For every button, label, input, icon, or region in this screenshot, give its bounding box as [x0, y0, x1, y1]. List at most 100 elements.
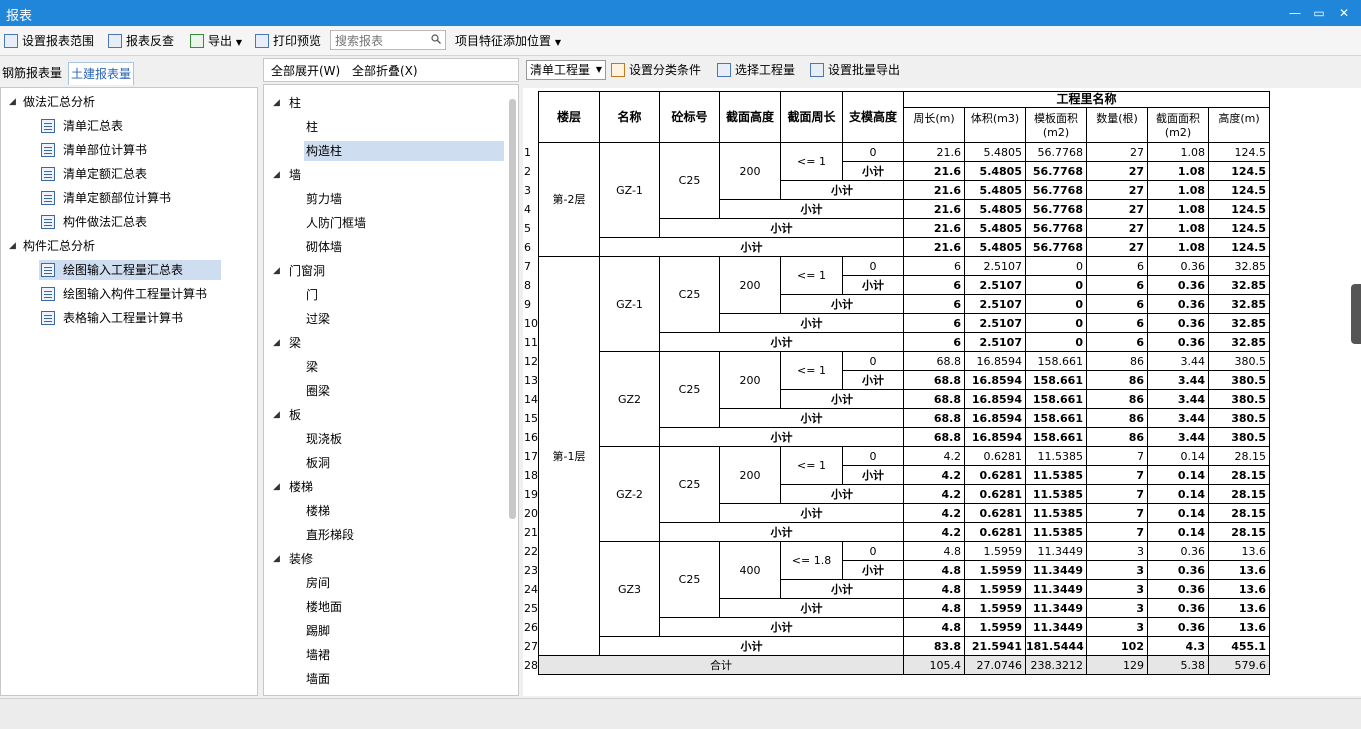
value-cell: 16.8594 — [965, 352, 1026, 371]
report-check-button[interactable]: 报表反查 — [108, 31, 174, 51]
quantity-type-select[interactable]: 清单工程量 ▼ — [526, 60, 606, 80]
tree-item-bill-quota-location[interactable]: 清单定额部位计算书 — [41, 188, 171, 208]
header-perimeter: 周长(m) — [904, 108, 965, 143]
tree-item-bill-location[interactable]: 清单部位计算书 — [41, 140, 147, 160]
search-icon[interactable] — [431, 34, 441, 44]
expand-triangle-icon[interactable]: ◢ — [273, 338, 280, 348]
value-cell: 56.7768 — [1026, 219, 1087, 238]
print-preview-button[interactable]: 打印预览 — [255, 31, 321, 51]
value-cell: 5.4805 — [965, 200, 1026, 219]
collapse-all-button[interactable]: 全部折叠(X) — [352, 62, 418, 79]
tree-item[interactable]: 人防门框墙 — [306, 213, 366, 233]
tree-item[interactable]: 楼梯 — [306, 501, 330, 521]
tree-item[interactable]: 剪力墙 — [306, 189, 342, 209]
tree-item-table-qty-calc[interactable]: 表格输入工程量计算书 — [41, 308, 183, 328]
row-number: 15 — [524, 412, 538, 425]
select-quantity-button[interactable]: 选择工程量 — [717, 60, 795, 80]
tree-item[interactable]: 墙裙 — [306, 645, 330, 665]
tree-item[interactable]: 过梁 — [306, 309, 330, 329]
tree-item[interactable]: 门 — [306, 285, 318, 305]
tree-item[interactable]: 板洞 — [306, 453, 330, 473]
tree-item[interactable]: 楼地面 — [306, 597, 342, 617]
value-cell: 0.6281 — [965, 523, 1026, 542]
section-height-cell: 200 — [720, 352, 781, 409]
value-cell: 68.8 — [904, 352, 965, 371]
expand-triangle-icon[interactable]: ◢ — [273, 482, 280, 492]
tree-item[interactable]: 柱 — [306, 117, 318, 137]
grand-total-value: 579.6 — [1209, 656, 1270, 675]
expand-triangle-icon[interactable]: ◢ — [273, 98, 280, 108]
vertical-scrollbar[interactable] — [509, 99, 516, 519]
tree-item[interactable]: 踢脚 — [306, 621, 330, 641]
tree-item[interactable]: 圈梁 — [306, 381, 330, 401]
tree-item[interactable]: 现浇板 — [306, 429, 342, 449]
tree-item-drawing-member-calc[interactable]: 绘图输入构件工程量计算书 — [41, 284, 207, 304]
value-cell: 0.36 — [1148, 333, 1209, 352]
side-handle[interactable] — [1351, 284, 1361, 344]
floor-cell: 第-2层 — [539, 143, 600, 257]
value-cell: 102 — [1087, 637, 1148, 656]
report-search-box[interactable] — [330, 30, 446, 50]
tree-group[interactable]: 装修 — [289, 549, 313, 569]
value-cell: 124.5 — [1209, 143, 1270, 162]
restore-button[interactable]: ▭ — [1307, 3, 1331, 23]
value-cell: 21.6 — [904, 143, 965, 162]
value-cell: 4.2 — [904, 466, 965, 485]
value-cell: 0.36 — [1148, 599, 1209, 618]
export-button[interactable]: 导出 ▼ — [190, 31, 242, 51]
tree-group-method-summary[interactable]: 做法汇总分析 — [23, 92, 95, 112]
value-cell: 32.85 — [1209, 295, 1270, 314]
expand-triangle-icon[interactable]: ◢ — [273, 266, 280, 276]
close-button[interactable]: ✕ — [1332, 3, 1356, 23]
tree-group[interactable]: 柱 — [289, 93, 301, 113]
tree-item[interactable]: 房间 — [306, 573, 330, 593]
report-check-label: 报表反查 — [126, 34, 175, 48]
header-floor: 楼层 — [539, 91, 600, 143]
batch-export-button[interactable]: 设置批量导出 — [810, 60, 900, 80]
expand-triangle-icon[interactable]: ◢ — [273, 410, 280, 420]
grid-settings-icon — [4, 34, 18, 48]
tree-item-member-method[interactable]: 构件做法汇总表 — [41, 212, 147, 232]
row-number: 1 — [524, 146, 531, 159]
tab-rebar-report[interactable]: 钢筋报表量 — [0, 62, 64, 84]
tree-item[interactable]: 直形梯段 — [306, 525, 354, 545]
tab-civil-report[interactable]: 土建报表量 — [68, 62, 135, 85]
search-input[interactable] — [333, 32, 431, 50]
expand-triangle-icon[interactable]: ◢ — [9, 241, 16, 251]
tree-item[interactable]: 墙面 — [306, 669, 330, 689]
tree-item[interactable]: 砌体墙 — [306, 237, 342, 257]
tree-item-bill-summary[interactable]: 清单汇总表 — [41, 116, 123, 136]
value-cell: 6 — [1087, 257, 1148, 276]
tree-group[interactable]: 墙 — [289, 165, 301, 185]
expand-triangle-icon[interactable]: ◢ — [9, 97, 16, 107]
tree-item-drawing-qty-summary[interactable]: 绘图输入工程量汇总表 — [39, 260, 221, 280]
value-cell: 5.4805 — [965, 181, 1026, 200]
row-number: 9 — [524, 298, 531, 311]
tree-group[interactable]: 楼梯 — [289, 477, 313, 497]
set-category-button[interactable]: 设置分类条件 — [611, 60, 701, 80]
value-cell: 4.3 — [1148, 637, 1209, 656]
subtotal-label: 小计 — [843, 162, 904, 181]
expand-triangle-icon[interactable]: ◢ — [273, 170, 280, 180]
tree-item-label: 绘图输入工程量汇总表 — [63, 263, 184, 277]
expand-all-button[interactable]: 全部展开(W) — [271, 62, 340, 79]
minimize-button[interactable]: — — [1283, 3, 1307, 23]
tree-item[interactable]: 构造柱 — [304, 141, 504, 161]
quantity-summary-table: 楼层 名称 砼标号 截面高度 截面周长 支模高度 工程里名称 周长(m) 体积(m3) 模板面积(… — [523, 88, 1361, 696]
tree-group-member-summary[interactable]: 构件汇总分析 — [23, 236, 95, 256]
row-number: 10 — [524, 317, 538, 330]
report-tabs: 钢筋报表量 土建报表量 — [0, 60, 258, 86]
feature-position-dropdown[interactable]: 项目特征添加位置 ▼ — [455, 31, 561, 51]
tree-item[interactable]: 梁 — [306, 357, 318, 377]
tree-group[interactable]: 门窗洞 — [289, 261, 325, 281]
tree-group[interactable]: 板 — [289, 405, 301, 425]
value-cell: 1.08 — [1148, 219, 1209, 238]
tree-group[interactable]: 梁 — [289, 333, 301, 353]
row-number: 13 — [524, 374, 538, 387]
tree-item-bill-quota-summary[interactable]: 清单定额汇总表 — [41, 164, 147, 184]
expand-triangle-icon[interactable]: ◢ — [273, 554, 280, 564]
value-cell: 16.8594 — [965, 428, 1026, 447]
set-range-button[interactable]: 设置报表范围 — [4, 31, 94, 51]
value-cell: 2.5107 — [965, 257, 1026, 276]
chevron-down-icon: ▼ — [235, 38, 242, 47]
